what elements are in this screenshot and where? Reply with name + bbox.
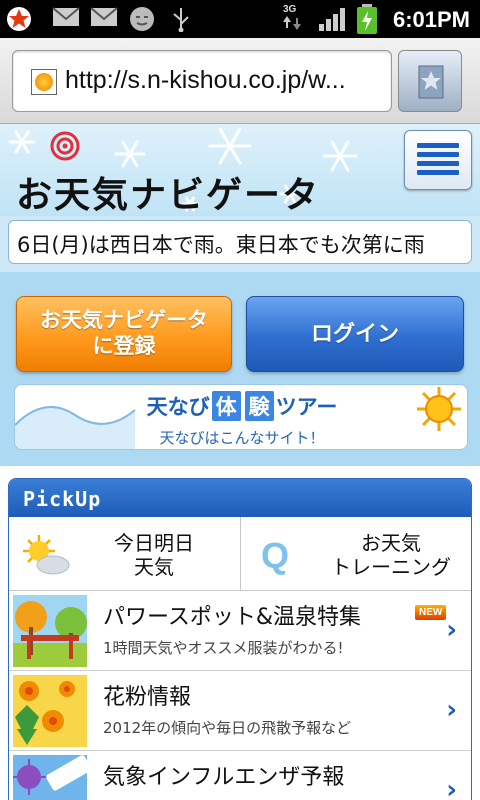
list-item-title: パワースポット&温泉特集: [103, 605, 362, 630]
signal-icon: [319, 8, 345, 31]
weather-training-label: お天気 トレーニング: [331, 531, 451, 579]
notification-star-icon: [7, 7, 31, 31]
news-ticker-area: 6日(月)は西日本で雨。東日本でも次第に雨: [0, 216, 480, 272]
action-panel: お天気ナビゲータ に登録 ログイン 天なび体験ツアー 天なびはこんなサイト！: [0, 272, 480, 466]
tour-title: 天なび体験ツアー: [15, 391, 467, 421]
site-favicon-icon: [31, 69, 57, 95]
register-label-1: お天気ナビゲータ: [40, 308, 208, 332]
tour-subtitle: 天なびはこんなサイト！: [159, 429, 325, 447]
usb-icon: [173, 8, 189, 32]
list-item[interactable]: 花粉情報 2012年の傾向や毎日の飛散予報など ›: [9, 671, 471, 751]
power-spot-thumb: [13, 595, 87, 667]
login-label: ログイン: [310, 322, 399, 347]
url-bar[interactable]: http://s.n-kishou.co.jp/w...: [12, 50, 392, 112]
bookmark-star-icon: [418, 65, 444, 99]
status-bar: 3G 6:01PM: [0, 0, 480, 38]
news-ticker[interactable]: 6日(月)は西日本で雨。東日本でも次第に雨: [8, 220, 472, 264]
pickup-section: PickUp 今日明日 天気 Q お天気 トレーニング パワースポット&温泉特集…: [8, 478, 472, 800]
list-item-title: 花粉情報: [103, 685, 192, 710]
chevron-right-icon: ›: [446, 615, 457, 645]
today-tomorrow-label: 今日明日 天気: [114, 531, 194, 579]
gmail-icon: [52, 7, 80, 26]
menu-button[interactable]: [404, 130, 472, 190]
menu-icon: [417, 143, 459, 179]
influenza-thumb: [13, 755, 87, 800]
bookmark-button[interactable]: [398, 50, 462, 112]
face-icon: [130, 7, 154, 31]
list-item[interactable]: パワースポット&温泉特集 NEW 1時間天気やオススメ服装がわかる! ›: [9, 591, 471, 671]
chevron-right-icon: ›: [446, 695, 457, 725]
site-header: お天気ナビゲータ: [0, 124, 480, 216]
q-icon: Q: [261, 535, 290, 576]
gmail-icon: [90, 7, 118, 26]
register-button[interactable]: お天気ナビゲータ に登録: [16, 296, 232, 372]
app-screen: 3G 6:01PM http://s.n-kishou.co.jp/w... お…: [0, 0, 480, 800]
pickup-title: PickUp: [23, 487, 102, 511]
site-logo[interactable]: お天気ナビゲータ: [16, 166, 320, 216]
new-badge: NEW: [415, 605, 447, 620]
tour-banner[interactable]: 天なび体験ツアー 天なびはこんなサイト！: [14, 384, 468, 450]
list-item-desc: 1時間天気やオススメ服装がわかる!: [103, 639, 344, 657]
list-item-title: 気象インフルエンザ予報: [103, 765, 345, 790]
chevron-right-icon: ›: [446, 775, 457, 800]
pickup-header: PickUp: [9, 479, 471, 517]
register-label-2: に登録: [92, 334, 156, 358]
news-ticker-text: 6日(月)は西日本で雨。東日本でも次第に雨: [17, 233, 425, 257]
list-item[interactable]: 気象インフルエンザ予報 ›: [9, 751, 471, 800]
network-arrows-icon: [283, 16, 301, 30]
sun-icon: [417, 387, 461, 431]
today-tomorrow-weather-link[interactable]: 今日明日 天気: [9, 517, 241, 591]
list-item-desc: 2012年の傾向や毎日の飛散予報など: [103, 719, 352, 737]
login-button[interactable]: ログイン: [246, 296, 464, 372]
browser-toolbar: http://s.n-kishou.co.jp/w...: [0, 38, 480, 124]
battery-charging-icon: [357, 4, 377, 34]
weather-training-link[interactable]: Q お天気 トレーニング: [241, 517, 471, 591]
network-3g-icon: 3G: [283, 4, 297, 15]
url-text: http://s.n-kishou.co.jp/w...: [65, 66, 346, 94]
pollen-thumb: [13, 675, 87, 747]
clock: 6:01PM: [392, 7, 470, 32]
sun-cloud-icon: [23, 535, 70, 575]
